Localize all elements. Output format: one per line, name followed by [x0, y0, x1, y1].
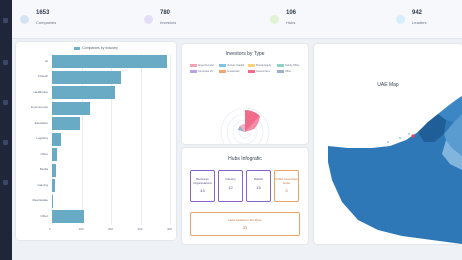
category-label: Other [40, 151, 48, 156]
hub-business-organisations[interactable]: Business Organisations 43 [190, 170, 215, 202]
investor-icon [144, 15, 153, 24]
uae-map[interactable] [314, 44, 462, 244]
x-tick-label: 400 [167, 226, 173, 231]
stat-value: 106 [286, 10, 297, 16]
building-icon [20, 15, 29, 24]
nav-hubs-icon[interactable] [3, 140, 8, 145]
hub-zone-box[interactable]: Hubs located in the Zone 33 [190, 212, 300, 236]
island [387, 141, 389, 143]
bar[interactable] [52, 55, 168, 69]
x-tick-label: 200 [108, 226, 114, 231]
bar[interactable] [52, 194, 54, 208]
nav-investors-icon[interactable] [3, 100, 8, 105]
category-label: Real Estate [32, 198, 48, 203]
hub-box-count: 15 [256, 184, 261, 190]
bar[interactable] [52, 101, 90, 115]
bar-plot: 0 100 200 300 400 AI Fintech Healthcare E-commer… [16, 42, 176, 240]
stat-value: 942 [412, 10, 423, 16]
category-label: Fintech [38, 74, 48, 79]
hub-box-title: Public Innovation Hubs [275, 177, 298, 185]
hub-box-count: 43 [200, 188, 205, 193]
stat-value: 780 [160, 10, 171, 16]
grid-line [170, 54, 171, 225]
companies-chart-card: Companies by Industry 0 100 200 300 400 AI Fin… [16, 42, 176, 240]
investors-card: Investors by Type Angel Investor Venture … [182, 44, 308, 144]
nav-home-icon[interactable] [3, 18, 8, 23]
hubs-card: Hubs Infografic Business Organisations 4… [182, 148, 308, 244]
stat-label: Hubs [286, 20, 296, 25]
category-label: Gaming [37, 182, 48, 187]
bar[interactable] [52, 210, 84, 224]
map-marker-icon[interactable] [411, 134, 415, 138]
stats-strip: 1653 Companies 780 Investors 106 Hubs 94… [12, 0, 462, 39]
map-card: UAE Map [314, 44, 462, 244]
hubs-title: Hubs Infografic [228, 156, 262, 162]
stat-label: Investors [160, 20, 177, 25]
category-label: Education [34, 120, 48, 125]
hub-box-count: 3 [285, 188, 288, 193]
bar[interactable] [52, 117, 81, 131]
stat-label: Leaders [412, 20, 427, 25]
island [399, 137, 401, 139]
nav-companies-icon[interactable] [3, 60, 8, 65]
category-label: Logistics [36, 136, 48, 141]
bar[interactable] [52, 179, 55, 193]
category-label: E-commerce [30, 105, 48, 110]
hub-box-title: Market [253, 177, 264, 181]
x-tick-label: 300 [137, 226, 143, 231]
island [408, 133, 410, 135]
category-label: Media [39, 167, 48, 172]
nav-leaders-icon[interactable] [3, 180, 8, 185]
left-sidebar [0, 0, 12, 260]
bar[interactable] [52, 86, 116, 100]
hub-icon [270, 15, 279, 24]
stat-value: 1653 [36, 10, 50, 16]
hub-box-title: Industry [225, 177, 236, 181]
bar[interactable] [52, 132, 61, 146]
hub-market[interactable]: Market 15 [246, 170, 271, 202]
x-tick-label: 0 [49, 226, 51, 231]
polar-chart [220, 107, 270, 144]
bar[interactable] [52, 148, 58, 162]
hub-box-count: 12 [228, 184, 233, 190]
category-label: Other [40, 213, 48, 218]
hub-public-innovation[interactable]: Public Innovation Hubs 3 [274, 170, 299, 202]
stat-label: Companies [36, 20, 57, 25]
hub-industry[interactable]: Industry 12 [218, 170, 243, 202]
hub-box-title: Business Organisations [193, 177, 212, 185]
dashboard: 1653 Companies 780 Investors 106 Hubs 94… [12, 0, 462, 260]
category-label: AI [45, 58, 48, 63]
grid-line [140, 54, 142, 225]
hub-wide-count: 33 [242, 225, 248, 230]
bar[interactable] [52, 163, 57, 177]
leader-icon [396, 15, 405, 24]
category-label: Healthcare [33, 89, 48, 94]
x-tick-label: 100 [78, 226, 84, 231]
hub-wide-title: Hubs located in the Zone [228, 218, 262, 222]
bar[interactable] [52, 70, 122, 84]
